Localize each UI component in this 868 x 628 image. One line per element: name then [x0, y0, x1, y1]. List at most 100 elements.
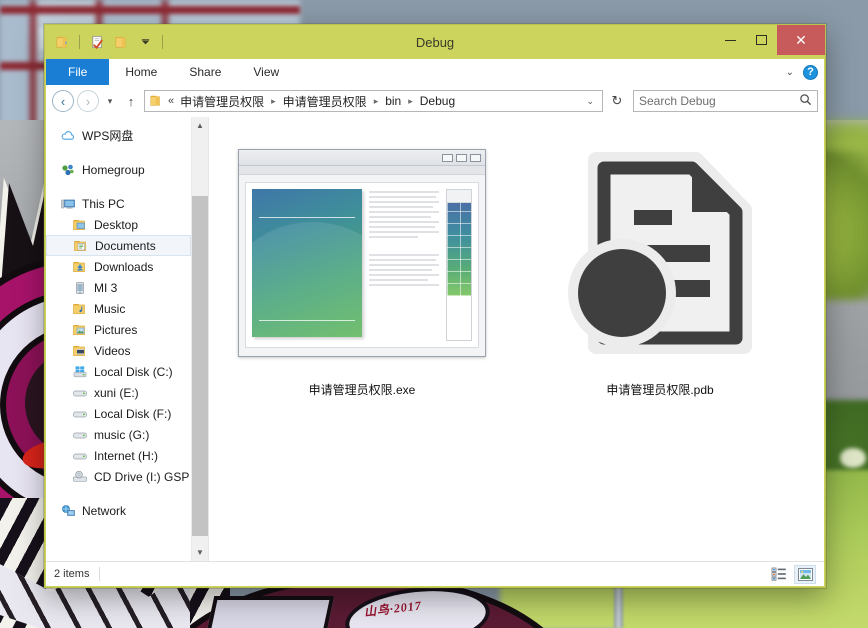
minimize-button[interactable] — [715, 25, 746, 55]
file-explorer-window: Debug ✕ File Home Share View ⌄ ? ‹ › ▾ ↑… — [44, 24, 826, 588]
drive-icon — [72, 406, 88, 422]
application-window-icon — [238, 133, 486, 373]
breadcrumb-item-2[interactable]: bin — [383, 94, 403, 108]
sidebar-item-desktop[interactable]: Desktop — [46, 214, 191, 235]
sidebar-item-label: Videos — [94, 343, 131, 358]
sidebar-item-label: Network — [82, 503, 127, 518]
quick-access-separator — [162, 35, 163, 49]
address-bar[interactable]: « 申请管理员权限 ▸ 申请管理员权限 ▸ bin ▸ Debug ⌄ — [144, 90, 603, 112]
back-button[interactable]: ‹ — [52, 90, 74, 112]
sidebar-item-label: Homegroup — [82, 162, 145, 177]
sidebar-item-label: xuni (E:) — [94, 385, 139, 400]
folder-icon — [148, 94, 164, 108]
thumb-minimize-icon — [442, 153, 453, 162]
breadcrumb-separator-icon[interactable]: ▸ — [371, 96, 382, 107]
breadcrumb-separator-icon[interactable]: ▸ — [268, 96, 279, 107]
ribbon-right-controls: ⌄ ? — [786, 59, 818, 85]
file-name-label: 申请管理员权限.exe — [308, 383, 416, 397]
scrollbar-track[interactable] — [192, 134, 208, 544]
folder-icon[interactable] — [52, 32, 72, 52]
navigation-pane-scrollbar[interactable]: ▲ ▼ — [191, 117, 208, 561]
window-controls: ✕ — [715, 25, 825, 55]
address-dropdown-icon[interactable]: ⌄ — [580, 96, 600, 107]
sidebar-item-local-disk-f[interactable]: Local Disk (F:) — [46, 403, 191, 424]
sidebar-item-music-g[interactable]: music (G:) — [46, 424, 191, 445]
recent-locations-button[interactable]: ▾ — [102, 90, 118, 112]
scroll-down-icon[interactable]: ▼ — [192, 544, 208, 561]
navigation-pane: WPS网盘 Homegroup This PC Desktop Document… — [46, 117, 191, 561]
sidebar-item-label: Local Disk (C:) — [94, 364, 173, 379]
sidebar-item-internet-h[interactable]: Internet (H:) — [46, 445, 191, 466]
expand-ribbon-icon[interactable]: ⌄ — [786, 67, 794, 78]
wallpaper-building-seam — [0, 6, 300, 14]
details-view-button[interactable] — [768, 565, 790, 584]
maximize-button[interactable] — [746, 25, 777, 55]
navigation-bar: ‹ › ▾ ↑ « 申请管理员权限 ▸ 申请管理员权限 ▸ bin ▸ Debu… — [46, 85, 824, 117]
phone-icon — [72, 280, 88, 296]
file-name-label: 申请管理员权限.pdb — [606, 383, 714, 397]
search-input[interactable] — [639, 94, 799, 108]
desktop: 山鸟·2017 Debug ✕ File Home Share View ⌄ ?… — [0, 0, 868, 628]
view-buttons — [768, 564, 816, 584]
sidebar-item-cd-drive-i[interactable]: CD Drive (I:) GSP — [46, 466, 191, 487]
breadcrumb-overflow[interactable]: « — [166, 95, 176, 107]
sidebar-item-local-disk-c[interactable]: Local Disk (C:) — [46, 361, 191, 382]
sidebar-item-pictures[interactable]: Pictures — [46, 319, 191, 340]
tab-view[interactable]: View — [237, 59, 295, 85]
file-item-pdb[interactable]: 申请管理员权限.pdb — [525, 133, 795, 398]
sidebar-item-wps[interactable]: WPS网盘 — [46, 125, 191, 146]
search-box[interactable] — [633, 90, 818, 112]
new-folder-icon[interactable] — [111, 32, 131, 52]
sidebar-item-network[interactable]: Network — [46, 500, 191, 521]
quick-access-separator — [79, 35, 80, 49]
sidebar-item-videos[interactable]: Videos — [46, 340, 191, 361]
documents-folder-icon — [73, 238, 89, 254]
sidebar-item-label: CD Drive (I:) GSP — [94, 469, 190, 484]
sidebar-item-label: Documents — [95, 238, 156, 253]
refresh-button[interactable]: ↻ — [606, 93, 628, 109]
tab-share[interactable]: Share — [173, 59, 237, 85]
search-icon — [799, 93, 812, 109]
sidebar-item-documents[interactable]: Documents — [46, 235, 191, 256]
sidebar-item-downloads[interactable]: Downloads — [46, 256, 191, 277]
breadcrumb-item-0[interactable]: 申请管理员权限 — [178, 93, 266, 110]
forward-button[interactable]: › — [77, 90, 99, 112]
explorer-body: WPS网盘 Homegroup This PC Desktop Document… — [46, 117, 824, 561]
drive-icon — [72, 427, 88, 443]
music-folder-icon — [72, 301, 88, 317]
ribbon-tab-strip: File Home Share View ⌄ ? — [46, 59, 824, 85]
scroll-up-icon[interactable]: ▲ — [192, 117, 208, 134]
pictures-folder-icon — [72, 322, 88, 338]
file-item-exe[interactable]: 申请管理员权限.exe — [227, 133, 497, 398]
tab-home[interactable]: Home — [109, 59, 173, 85]
title-bar[interactable]: Debug ✕ — [45, 25, 825, 59]
sidebar-item-label: WPS网盘 — [82, 129, 134, 143]
downloads-folder-icon — [72, 259, 88, 275]
up-button[interactable]: ↑ — [121, 90, 141, 112]
file-list-view[interactable]: 申请管理员权限.exe 申请管理员权限.pdb — [208, 117, 824, 561]
breadcrumb-item-3[interactable]: Debug — [418, 94, 457, 108]
sidebar-item-label: music (G:) — [94, 427, 150, 442]
homegroup-icon — [60, 162, 76, 178]
chevron-down-icon[interactable] — [135, 32, 155, 52]
sidebar-item-label: Music — [94, 301, 126, 316]
drive-icon — [72, 385, 88, 401]
breadcrumb-item-1[interactable]: 申请管理员权限 — [281, 93, 369, 110]
sidebar-item-this-pc[interactable]: This PC — [46, 193, 191, 214]
properties-icon[interactable] — [87, 32, 107, 52]
system-drive-icon — [72, 364, 88, 380]
sidebar-item-homegroup[interactable]: Homegroup — [46, 159, 191, 180]
breadcrumb-separator-icon[interactable]: ▸ — [405, 96, 416, 107]
help-icon[interactable]: ? — [803, 64, 818, 80]
wallpaper-blossom — [840, 448, 866, 468]
tab-file[interactable]: File — [46, 59, 110, 85]
scrollbar-thumb[interactable] — [192, 196, 208, 536]
quick-access-toolbar — [45, 25, 166, 59]
sidebar-item-music[interactable]: Music — [46, 298, 191, 319]
sidebar-item-label: This PC — [82, 196, 125, 211]
sidebar-item-xuni-e[interactable]: xuni (E:) — [46, 382, 191, 403]
sidebar-item-mi-3[interactable]: MI 3 — [46, 277, 191, 298]
large-icons-view-button[interactable] — [794, 564, 816, 584]
close-button[interactable]: ✕ — [777, 25, 825, 55]
pdb-document-icon — [560, 133, 760, 373]
